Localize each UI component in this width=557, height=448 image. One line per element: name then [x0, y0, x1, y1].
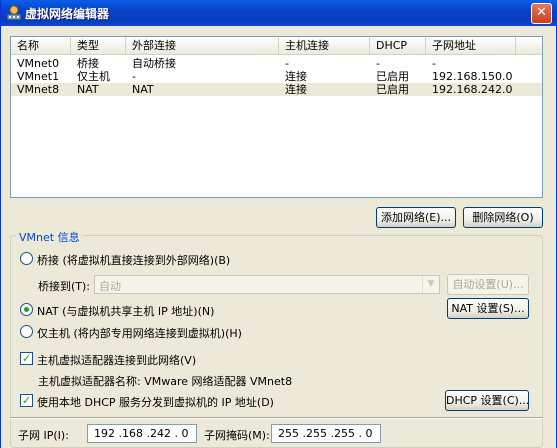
cell-name: VMnet0 [17, 57, 60, 70]
virtual-network-editor-window: 虚拟网络编辑器 ✕ 名称 类型 外部连接 主机连接 DHCP 子网地址 VMne… [0, 0, 557, 448]
table-row[interactable]: VMnet1 仅主机 - 连接 已启用 192.168.150.0 [11, 70, 542, 83]
network-list[interactable]: 名称 类型 外部连接 主机连接 DHCP 子网地址 VMnet0 桥接 自动桥接… [10, 36, 543, 198]
cell-external: - [132, 70, 136, 83]
dhcp-settings-button[interactable]: DHCP 设置(C)... [445, 390, 529, 411]
subnet-ip-field[interactable]: 192 .168 .242 . 0 [87, 424, 197, 443]
title-bar[interactable]: 虚拟网络编辑器 ✕ [1, 0, 557, 26]
bridged-to-select[interactable]: 自动 ▼ [94, 275, 440, 294]
cell-dhcp: - [376, 57, 380, 70]
vmnet-info-label: VMnet 信息 [16, 229, 83, 245]
bridged-radio[interactable] [20, 252, 33, 265]
subnet-ip-label: 子网 IP(I): [18, 429, 69, 442]
nat-option-label[interactable]: NAT (与虚拟机共享主机 IP 地址)(N) [37, 303, 214, 319]
cell-host: - [285, 57, 289, 70]
cell-subnet: 192.168.150.0 [432, 70, 513, 83]
cell-host: 连接 [285, 70, 307, 83]
table-row-selected[interactable]: VMnet8 NAT NAT 连接 已启用 192.168.242.0 [11, 83, 542, 96]
nat-settings-button[interactable]: NAT 设置(S)... [447, 298, 529, 319]
bridged-to-value: 自动 [99, 280, 121, 293]
window-title: 虚拟网络编辑器 [25, 7, 110, 21]
cell-external: NAT [132, 83, 154, 96]
subnet-mask-field[interactable]: 255 .255 .255 . 0 [271, 424, 381, 443]
cell-type: 桥接 [77, 57, 99, 70]
use-dhcp-label[interactable]: 使用本地 DHCP 服务分发到虚拟机的 IP 地址(D) [37, 394, 274, 410]
network-app-icon [6, 5, 22, 21]
column-header-type[interactable]: 类型 [71, 37, 126, 55]
bridged-option-label[interactable]: 桥接 (将虚拟机直接连接到外部网络)(B) [37, 252, 230, 268]
column-header-subnet[interactable]: 子网地址 [426, 37, 516, 55]
nat-radio[interactable] [20, 303, 33, 316]
column-header-dhcp[interactable]: DHCP [370, 37, 426, 55]
cell-subnet: 192.168.242.0 [432, 83, 513, 96]
column-header-external[interactable]: 外部连接 [126, 37, 279, 55]
column-header-name[interactable]: 名称 [11, 37, 71, 55]
cell-dhcp: 已启用 [376, 83, 409, 96]
subnet-mask-label: 子网掩码(M): [204, 429, 270, 442]
remove-network-button[interactable]: 删除网络(O) [463, 207, 543, 228]
table-row[interactable]: VMnet0 桥接 自动桥接 - - - [11, 57, 542, 70]
use-dhcp-checkbox[interactable]: ✓ [20, 394, 33, 407]
cell-name: VMnet1 [17, 70, 60, 83]
chevron-down-icon[interactable]: ▼ [422, 276, 439, 293]
host-only-radio[interactable] [20, 325, 33, 338]
close-button[interactable]: ✕ [531, 3, 552, 24]
cell-type: 仅主机 [77, 70, 110, 83]
column-header-host[interactable]: 主机连接 [279, 37, 370, 55]
bridged-to-label: 桥接到(T): [38, 280, 91, 293]
close-icon: ✕ [536, 5, 547, 20]
connect-adapter-label[interactable]: 主机虚拟适配器连接到此网络(V) [37, 352, 196, 368]
cell-type: NAT [77, 83, 99, 96]
cell-external: 自动桥接 [132, 57, 176, 70]
cell-dhcp: 已启用 [376, 70, 409, 83]
add-network-button[interactable]: 添加网络(E)... [376, 207, 456, 228]
auto-settings-button[interactable]: 自动设置(U)... [447, 274, 529, 295]
separator [10, 417, 543, 419]
adapter-name-text: 主机虚拟适配器名称: VMware 网络适配器 VMnet8 [38, 375, 293, 388]
connect-adapter-checkbox[interactable]: ✓ [20, 352, 33, 365]
cell-host: 连接 [285, 83, 307, 96]
host-only-option-label[interactable]: 仅主机 (将内部专用网络连接到虚拟机)(H) [37, 325, 242, 341]
cell-subnet: - [432, 57, 436, 70]
cell-name: VMnet8 [17, 83, 60, 96]
list-header: 名称 类型 外部连接 主机连接 DHCP 子网地址 [11, 37, 542, 55]
